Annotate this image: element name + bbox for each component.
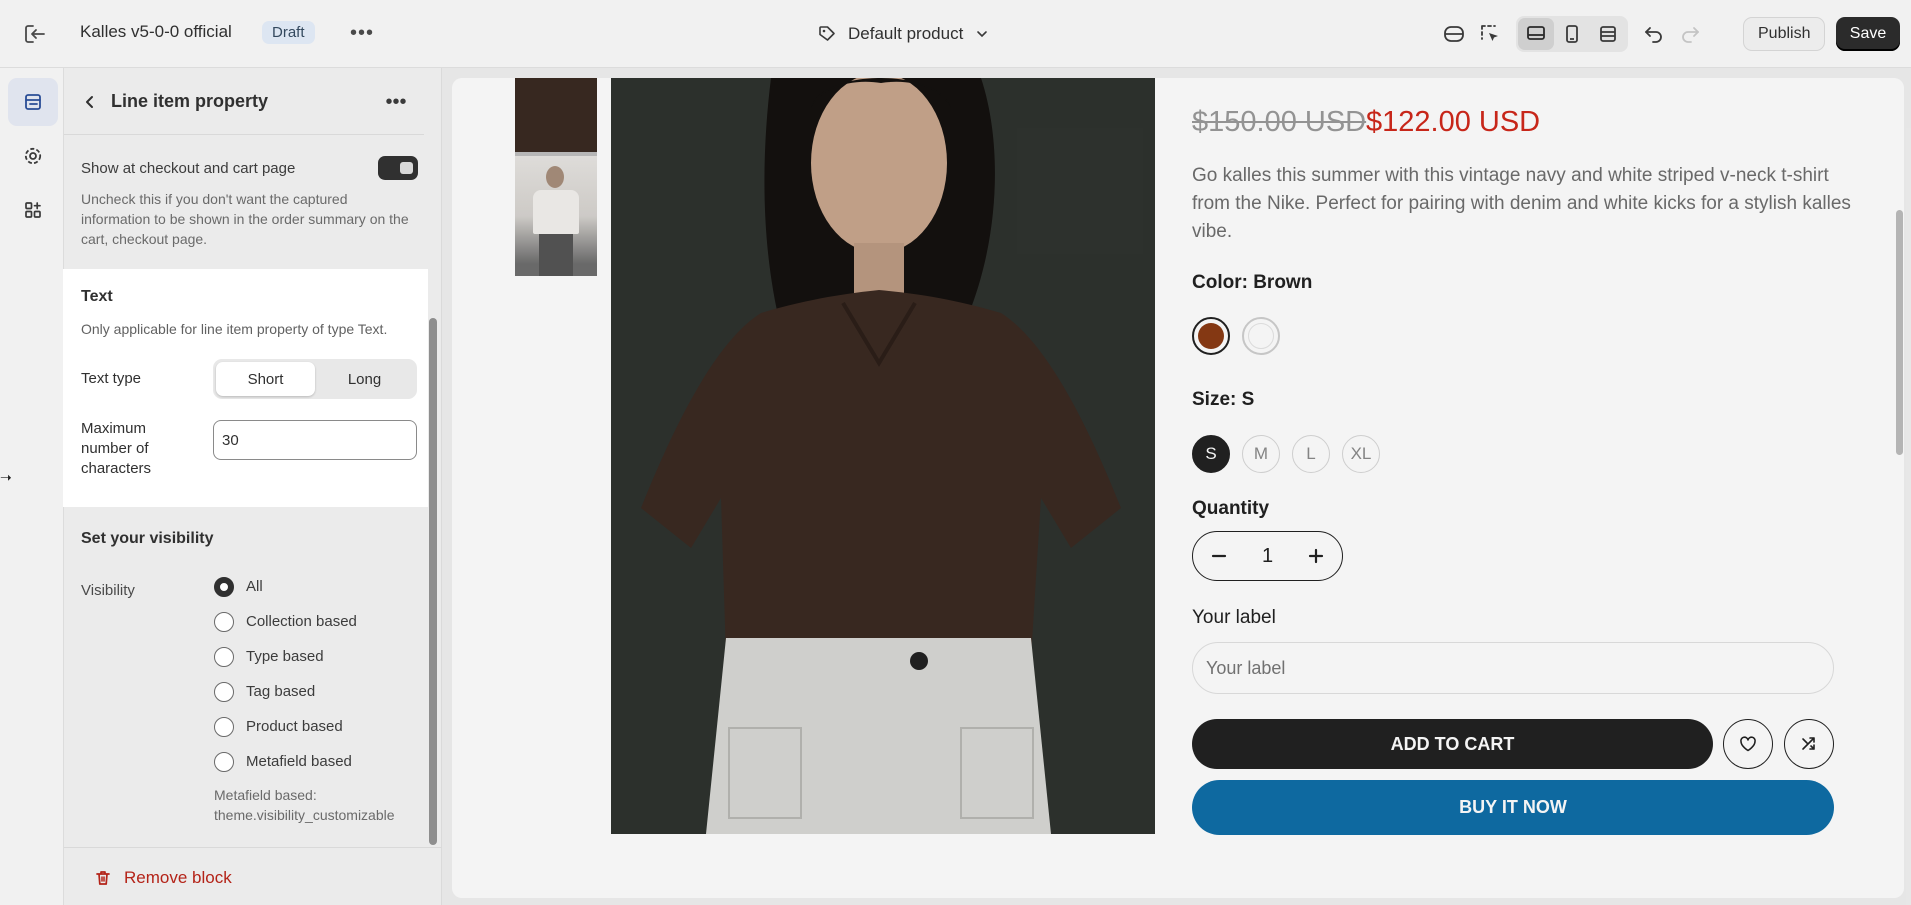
buy-it-now-button[interactable]: BUY IT NOW xyxy=(1192,780,1834,835)
color-swatch-white[interactable] xyxy=(1242,317,1280,355)
radio-button[interactable] xyxy=(214,717,234,737)
heart-icon[interactable] xyxy=(1723,719,1773,769)
desktop-view-icon[interactable] xyxy=(1518,18,1554,50)
text-section-help: Only applicable for line item property o… xyxy=(81,321,388,337)
fullscreen-view-icon[interactable] xyxy=(1590,18,1626,50)
redo-icon[interactable] xyxy=(1672,16,1708,52)
quantity-stepper: 1 xyxy=(1192,531,1343,581)
add-to-cart-button[interactable]: ADD TO CART xyxy=(1192,719,1713,769)
radio-button[interactable] xyxy=(214,752,234,772)
apps-icon[interactable] xyxy=(8,186,58,234)
remove-block-button[interactable]: Remove block xyxy=(94,868,232,888)
visibility-option-product[interactable]: Product based xyxy=(214,717,414,753)
viewport-switcher xyxy=(1516,16,1628,52)
checkout-toggle-label: Show at checkout and cart page xyxy=(81,160,296,177)
checkout-toggle[interactable] xyxy=(378,156,418,180)
resize-cursor-icon: ➝ xyxy=(0,469,12,485)
text-type-label: Text type xyxy=(81,370,142,387)
radio-button[interactable] xyxy=(214,647,234,667)
radio-button[interactable] xyxy=(214,577,234,597)
visibility-option-all[interactable]: All xyxy=(214,577,414,613)
radio-label: All xyxy=(246,578,263,595)
text-type-short[interactable]: Short xyxy=(216,362,315,396)
visibility-option-metafield[interactable]: Metafield based xyxy=(214,752,414,788)
compare-price: $150.00 USD xyxy=(1192,106,1367,138)
quantity-value[interactable]: 1 xyxy=(1262,545,1273,568)
max-characters-label: Maximum number of characters xyxy=(81,420,152,477)
checkout-help-text: Uncheck this if you don't want the captu… xyxy=(81,191,409,247)
visibility-label: Visibility xyxy=(81,582,135,599)
size-option[interactable]: XL xyxy=(1342,435,1380,473)
publish-button[interactable]: Publish xyxy=(1743,17,1826,51)
exit-icon[interactable] xyxy=(22,22,48,46)
template-selector[interactable]: Default product xyxy=(818,20,989,48)
visibility-option-type[interactable]: Type based xyxy=(214,647,414,683)
quantity-label: Quantity xyxy=(1192,498,1270,519)
size-options: S M L XL xyxy=(1192,435,1380,473)
minus-icon[interactable] xyxy=(1207,544,1231,568)
undo-icon[interactable] xyxy=(1636,16,1672,52)
trash-icon xyxy=(96,871,110,885)
storefront-preview: $150.00 USD $122.00 USD Go kalles this s… xyxy=(452,78,1904,898)
radio-button[interactable] xyxy=(214,682,234,702)
panel-footer: Remove block xyxy=(64,847,442,905)
size-label: Size: S xyxy=(1192,389,1255,410)
template-name: Default product xyxy=(848,24,964,43)
radio-label: Product based xyxy=(246,718,343,735)
toolbar-icons xyxy=(1436,16,1708,52)
panel-header: Line item property ••• xyxy=(64,68,424,135)
size-option[interactable]: M xyxy=(1242,435,1280,473)
product-main-image xyxy=(611,78,1155,834)
ai-icon[interactable] xyxy=(1436,16,1472,52)
radio-label: Collection based xyxy=(246,613,357,630)
block-settings-panel: Line item property ••• Show at checkout … xyxy=(63,68,442,905)
status-badge: Draft xyxy=(262,21,315,44)
visibility-options: All Collection based Type based Tag base… xyxy=(214,577,414,788)
sale-price: $122.00 USD xyxy=(1366,106,1541,138)
text-settings-card: Text Only applicable for line item prope… xyxy=(63,269,428,507)
visibility-option-collection[interactable]: Collection based xyxy=(214,612,414,648)
compare-icon[interactable] xyxy=(1784,719,1834,769)
visibility-option-tag[interactable]: Tag based xyxy=(214,682,414,718)
editor-rail xyxy=(0,68,64,905)
text-type-segmented: Short Long xyxy=(213,359,417,399)
radio-label: Metafield based xyxy=(246,753,352,770)
size-option[interactable]: L xyxy=(1292,435,1330,473)
panel-title: Line item property xyxy=(111,91,269,111)
product-description: Go kalles this summer with this vintage … xyxy=(1192,165,1851,242)
your-label-input[interactable] xyxy=(1192,642,1834,694)
radio-label: Tag based xyxy=(246,683,316,700)
more-actions-button[interactable]: ••• xyxy=(348,20,376,46)
your-label-title: Your label xyxy=(1192,607,1276,628)
plus-icon[interactable] xyxy=(1304,544,1328,568)
sections-icon[interactable] xyxy=(8,78,58,126)
preview-scrollbar[interactable] xyxy=(1896,210,1903,455)
visibility-section-title: Set your visibility xyxy=(81,530,214,547)
color-swatches xyxy=(1192,317,1280,355)
size-option[interactable]: S xyxy=(1192,435,1230,473)
text-section-title: Text xyxy=(81,288,113,305)
back-icon[interactable] xyxy=(78,90,102,114)
metafield-note: Metafield based: theme.visibility_custom… xyxy=(214,787,395,823)
text-type-long[interactable]: Long xyxy=(315,362,414,396)
remove-block-label: Remove block xyxy=(124,868,232,887)
save-button[interactable]: Save xyxy=(1836,17,1900,51)
radio-button[interactable] xyxy=(214,612,234,632)
max-characters-input[interactable] xyxy=(213,420,417,460)
radio-label: Type based xyxy=(246,648,324,665)
chevron-down-icon xyxy=(977,31,988,38)
inspector-icon[interactable] xyxy=(1472,16,1508,52)
editor-topbar: Kalles v5-0-0 official Draft ••• Default… xyxy=(0,0,1911,68)
store-name: Kalles v5-0-0 official xyxy=(80,22,232,41)
panel-scrollbar[interactable] xyxy=(429,318,437,845)
color-label: Color: Brown xyxy=(1192,272,1313,293)
gear-icon[interactable] xyxy=(8,132,58,180)
product-thumbnail[interactable] xyxy=(515,156,597,276)
tag-icon xyxy=(819,26,835,41)
mobile-view-icon[interactable] xyxy=(1554,18,1590,50)
color-swatch-brown[interactable] xyxy=(1192,317,1230,355)
panel-more-button[interactable]: ••• xyxy=(382,90,410,114)
